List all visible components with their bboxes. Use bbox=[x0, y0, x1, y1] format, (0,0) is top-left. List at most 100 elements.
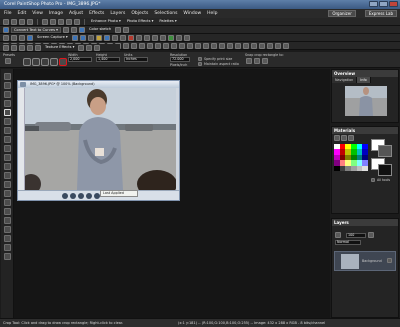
color-swatch[interactable] bbox=[362, 165, 368, 171]
new-layer-icon[interactable] bbox=[335, 232, 341, 238]
rainbow-mode-icon[interactable] bbox=[341, 135, 347, 141]
tool-icon[interactable] bbox=[139, 42, 145, 49]
preset-icon[interactable] bbox=[5, 58, 11, 64]
background-color[interactable] bbox=[378, 145, 392, 157]
layer-lock-icon[interactable] bbox=[368, 232, 374, 238]
snap-icon[interactable] bbox=[254, 58, 260, 64]
crop-as-new-image-button[interactable] bbox=[32, 58, 40, 66]
tool-icon[interactable] bbox=[78, 44, 85, 51]
menu-objects[interactable]: Objects bbox=[131, 11, 148, 16]
specify-print-size-checkbox[interactable] bbox=[198, 57, 202, 61]
photo-effects-menu[interactable]: Photo Effects ▾ bbox=[125, 19, 156, 25]
resolution-field[interactable]: 72.000 bbox=[170, 57, 190, 62]
redo-icon[interactable] bbox=[50, 18, 56, 25]
maintain-aspect-checkbox[interactable] bbox=[198, 62, 202, 66]
overview-thumbnail[interactable] bbox=[345, 86, 387, 116]
tool-icon[interactable] bbox=[111, 34, 118, 41]
menu-edit[interactable]: Edit bbox=[18, 11, 27, 16]
tool-icon[interactable] bbox=[251, 42, 257, 49]
tool-icon[interactable] bbox=[275, 42, 281, 49]
crop-tool-icon[interactable] bbox=[4, 109, 11, 116]
apply-crop-button[interactable] bbox=[23, 58, 31, 66]
tool-icon[interactable] bbox=[131, 42, 137, 49]
effect-icon[interactable] bbox=[115, 26, 122, 33]
lighten-darken-icon[interactable] bbox=[4, 181, 11, 188]
menu-help[interactable]: Help bbox=[207, 11, 217, 16]
nav-prev-icon[interactable] bbox=[70, 193, 76, 199]
tool-icon[interactable] bbox=[203, 42, 209, 49]
effect-icon[interactable] bbox=[70, 26, 77, 33]
screen-capture-menu[interactable]: Screen Capture ▾ bbox=[35, 35, 70, 41]
texture-effects-menu[interactable]: Texture Effects ▾ bbox=[43, 45, 76, 51]
background-material[interactable] bbox=[378, 164, 392, 176]
menu-adjust[interactable]: Adjust bbox=[69, 11, 83, 16]
tool-icon[interactable] bbox=[27, 44, 33, 51]
all-tools-checkbox[interactable] bbox=[371, 178, 375, 182]
paste-icon[interactable] bbox=[74, 18, 80, 25]
nav-first-icon[interactable] bbox=[62, 193, 68, 199]
opacity-field[interactable]: 100 bbox=[346, 233, 366, 238]
minimize-button[interactable] bbox=[369, 1, 378, 7]
height-field[interactable]: 1,400 bbox=[96, 57, 120, 62]
nav-play-icon[interactable] bbox=[78, 193, 84, 199]
eye-icon[interactable] bbox=[387, 258, 392, 263]
blend-mode-select[interactable]: Normal bbox=[335, 240, 361, 245]
eraser-icon[interactable] bbox=[4, 190, 11, 197]
tool-icon[interactable] bbox=[159, 34, 166, 41]
tool-icon[interactable] bbox=[86, 44, 93, 51]
snap-icon[interactable] bbox=[262, 58, 268, 64]
frame-mode-icon[interactable] bbox=[334, 135, 340, 141]
open-file-icon[interactable] bbox=[11, 18, 17, 25]
flood-fill-icon[interactable] bbox=[4, 199, 11, 206]
new-file-icon[interactable] bbox=[3, 18, 9, 25]
display-grid-button[interactable] bbox=[59, 58, 67, 66]
pan-tool-icon[interactable] bbox=[4, 73, 11, 80]
units-select[interactable]: Inches bbox=[124, 57, 148, 62]
tool-icon[interactable] bbox=[259, 42, 265, 49]
crop-to-opaque-button[interactable] bbox=[50, 58, 58, 66]
express-lab-button[interactable]: Express Lab bbox=[364, 10, 397, 17]
enhance-photo-menu[interactable]: Enhance Photo ▾ bbox=[89, 19, 123, 25]
menu-selections[interactable]: Selections bbox=[154, 11, 177, 16]
tool-icon[interactable] bbox=[123, 42, 129, 49]
tool-icon[interactable] bbox=[143, 34, 150, 41]
menu-view[interactable]: View bbox=[32, 11, 43, 16]
tool-icon[interactable] bbox=[19, 44, 25, 51]
red-eye-tool-icon[interactable] bbox=[4, 127, 11, 134]
tool-icon[interactable] bbox=[103, 34, 110, 41]
tool-icon[interactable] bbox=[235, 42, 241, 49]
maximize-button[interactable] bbox=[379, 1, 388, 7]
menu-layers[interactable]: Layers bbox=[110, 11, 125, 16]
tool-icon[interactable] bbox=[175, 34, 182, 41]
tool-icon[interactable] bbox=[195, 42, 201, 49]
screen-capture-icon[interactable] bbox=[27, 34, 33, 41]
selection-tool-icon[interactable] bbox=[4, 91, 11, 98]
tool-icon[interactable] bbox=[267, 42, 273, 49]
cut-icon[interactable] bbox=[58, 18, 64, 25]
swatches-mode-icon[interactable] bbox=[348, 135, 354, 141]
tool-icon[interactable] bbox=[94, 44, 101, 51]
tool-icon[interactable] bbox=[87, 34, 94, 41]
tool-icon[interactable] bbox=[283, 42, 289, 49]
snap-icon[interactable] bbox=[246, 58, 252, 64]
makeover-tool-icon[interactable] bbox=[4, 136, 11, 143]
tool-icon[interactable] bbox=[11, 34, 17, 41]
menu-file[interactable]: File bbox=[4, 11, 12, 16]
airbrush-icon[interactable] bbox=[4, 172, 11, 179]
tool-icon[interactable] bbox=[227, 42, 233, 49]
background-layer-row[interactable]: Background bbox=[334, 251, 396, 271]
tool-icon[interactable] bbox=[147, 42, 153, 49]
save-icon[interactable] bbox=[19, 18, 25, 25]
pen-tool-icon[interactable] bbox=[4, 244, 11, 251]
paint-brush-icon[interactable] bbox=[4, 163, 11, 170]
organizer-button[interactable]: Organizer bbox=[328, 10, 356, 17]
color-changer-icon[interactable] bbox=[4, 208, 11, 215]
tool-icon[interactable] bbox=[167, 34, 174, 41]
crop-to-selection-button[interactable] bbox=[41, 58, 49, 66]
tool-icon[interactable] bbox=[3, 44, 9, 51]
tool-icon[interactable] bbox=[211, 42, 217, 49]
width-field[interactable]: 2,000 bbox=[68, 57, 92, 62]
tool-icon[interactable] bbox=[119, 34, 126, 41]
menu-effects[interactable]: Effects bbox=[89, 11, 104, 16]
nav-next-icon[interactable] bbox=[86, 193, 92, 199]
